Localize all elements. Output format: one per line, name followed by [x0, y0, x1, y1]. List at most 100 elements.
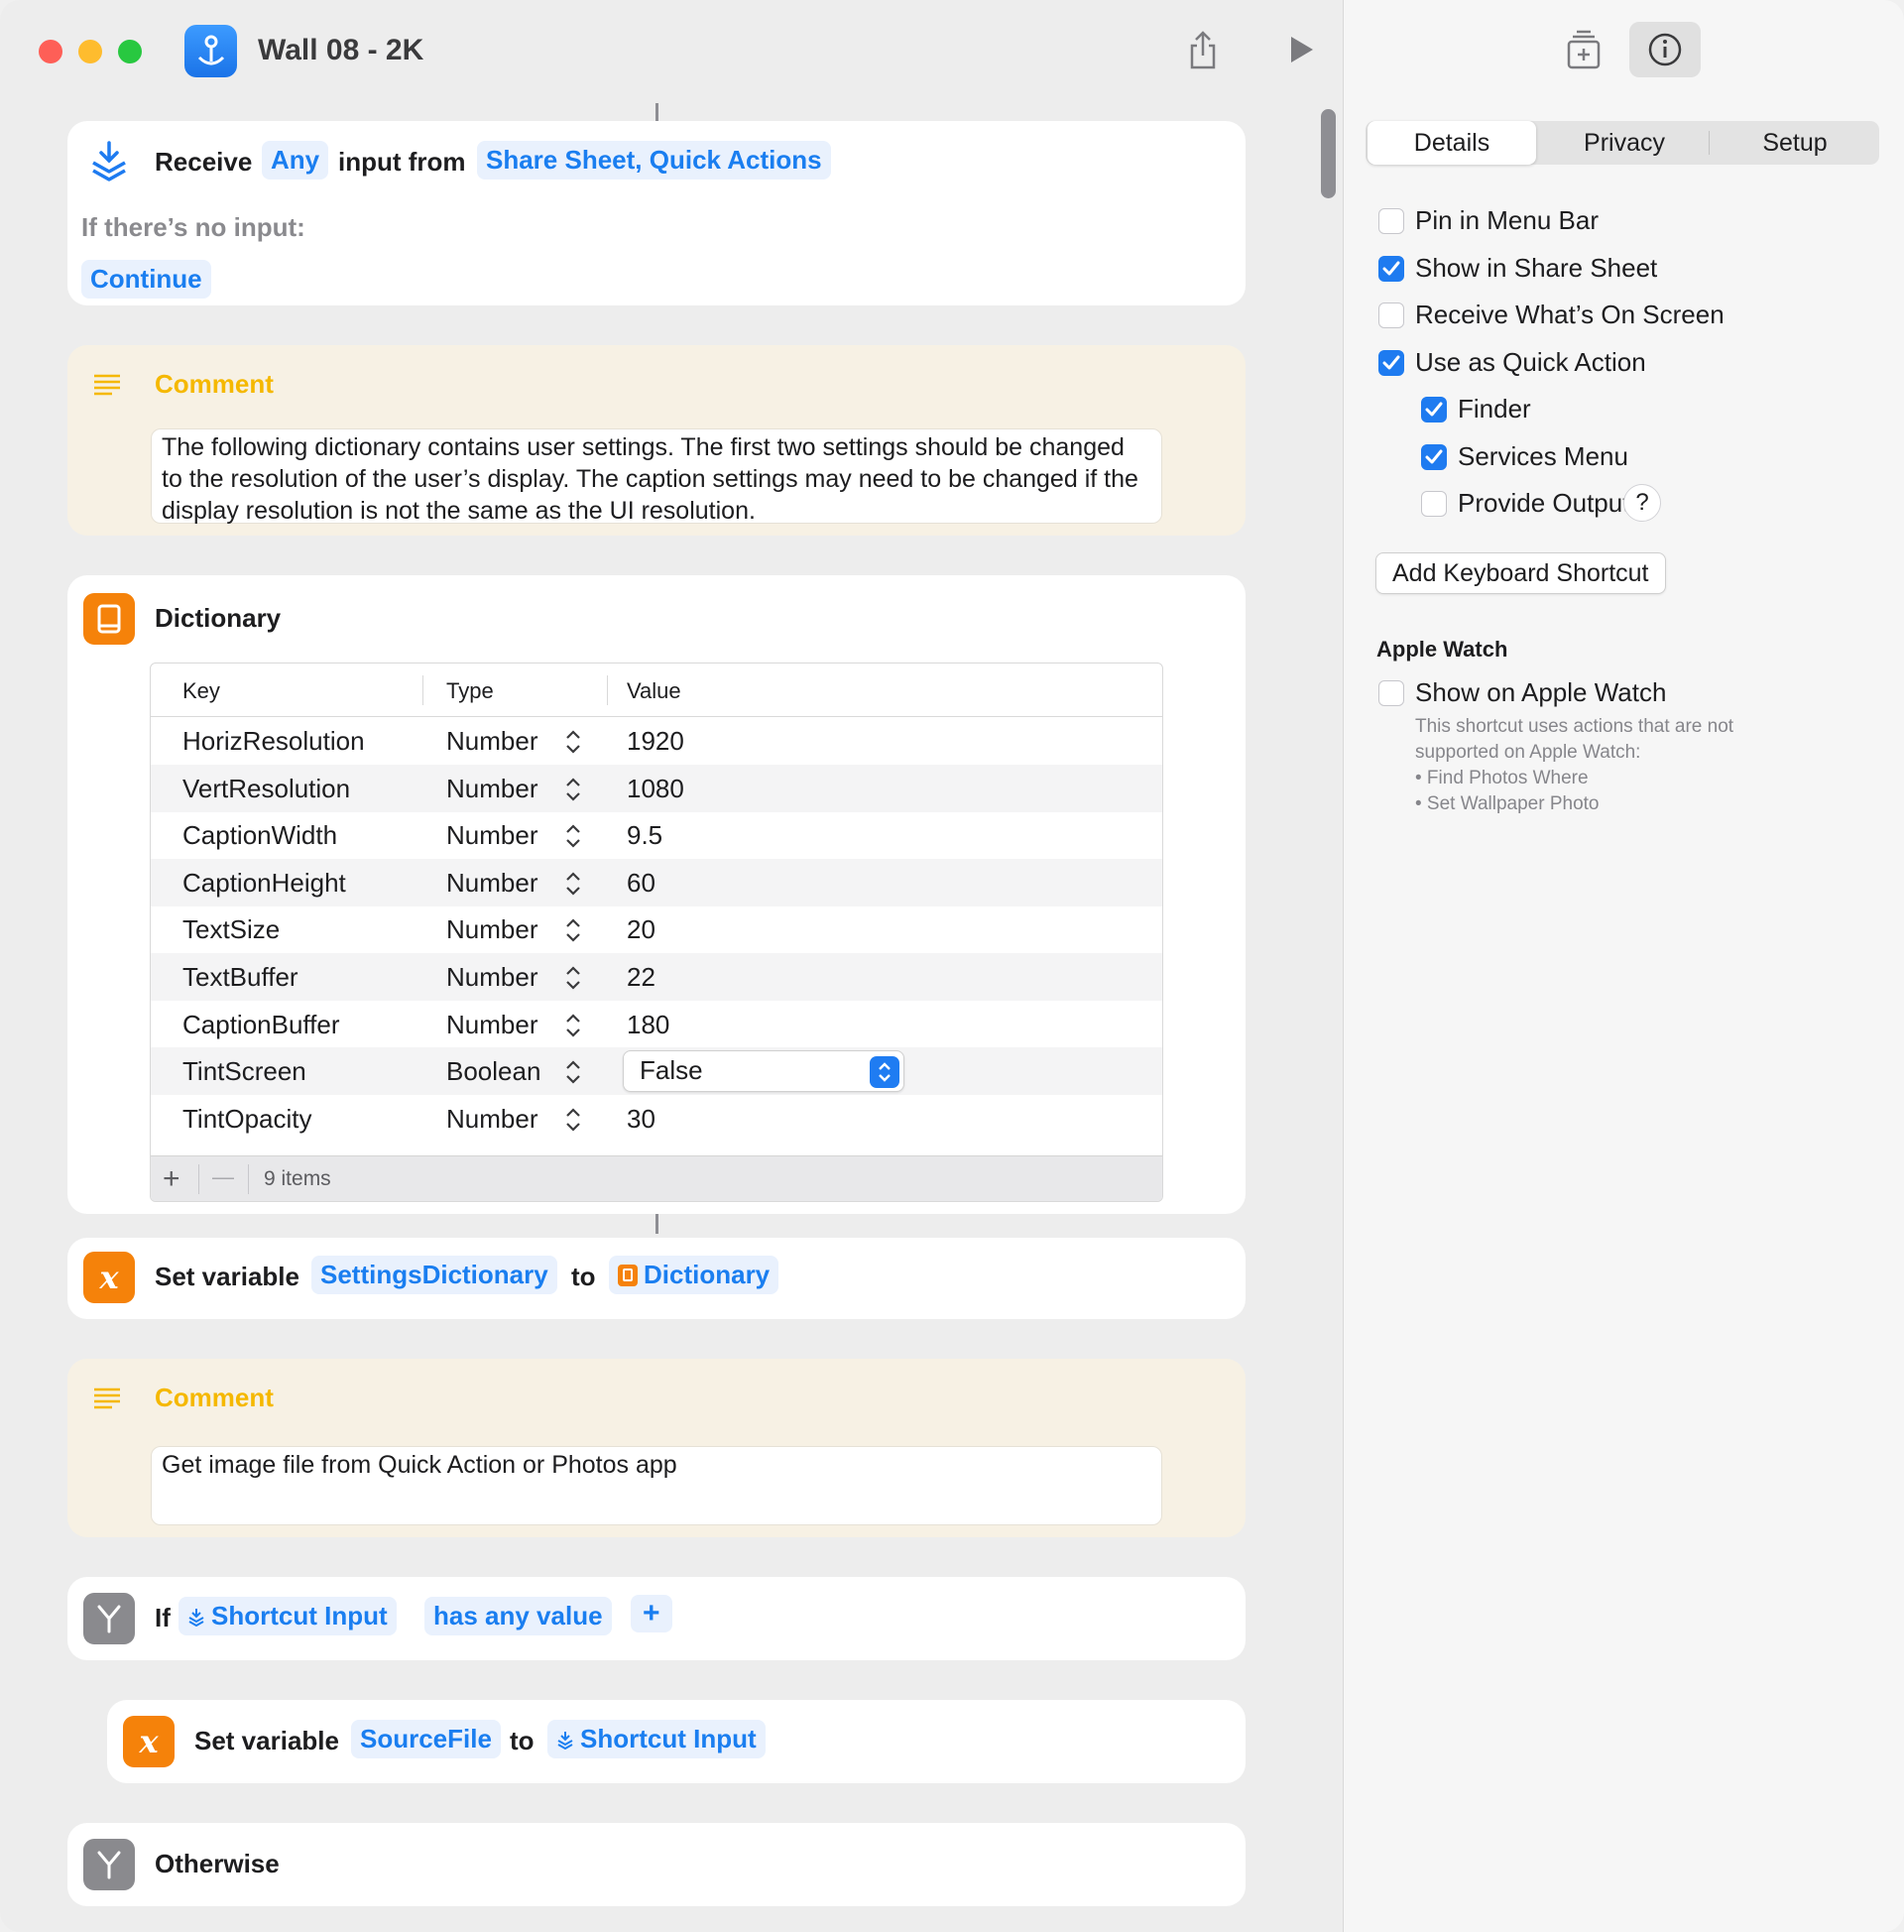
receive-what-s-on-screen-checkbox[interactable] — [1378, 302, 1404, 328]
show-in-share-sheet-checkbox[interactable] — [1378, 255, 1404, 282]
row-type[interactable]: Number — [446, 962, 537, 993]
provide-output-checkbox[interactable] — [1421, 491, 1447, 517]
comment-action[interactable]: Comment Get image file from Quick Action… — [67, 1359, 1246, 1537]
receive-input-action[interactable]: Receive Any input from Share Sheet, Quic… — [67, 121, 1246, 305]
show-in-share-sheet-label: Show in Share Sheet — [1415, 252, 1658, 283]
table-row[interactable]: CaptionBuffer Number 180 — [151, 1001, 1162, 1048]
row-type[interactable]: Number — [446, 774, 537, 804]
row-key[interactable]: TextBuffer — [182, 962, 298, 993]
table-row[interactable]: TintOpacity Number 30 — [151, 1095, 1162, 1143]
row-value[interactable]: 1080 — [627, 774, 684, 804]
row-type[interactable]: Number — [446, 868, 537, 899]
type-stepper-icon[interactable] — [563, 965, 583, 991]
type-stepper-icon[interactable] — [563, 917, 583, 943]
row-value[interactable]: 60 — [627, 868, 655, 899]
shortcut-app-icon[interactable] — [184, 25, 237, 77]
otherwise-action[interactable]: Otherwise — [67, 1823, 1246, 1906]
variable-icon: x — [83, 1252, 135, 1303]
comment-action[interactable]: Comment The following dictionary contain… — [67, 345, 1246, 536]
type-stepper-icon[interactable] — [563, 1059, 583, 1085]
row-key[interactable]: TintOpacity — [182, 1104, 312, 1135]
comment-text[interactable]: The following dictionary contains user s… — [151, 428, 1162, 525]
if-input-token[interactable]: Shortcut Input — [178, 1597, 397, 1635]
type-stepper-icon[interactable] — [563, 777, 583, 802]
type-stepper-icon[interactable] — [563, 1013, 583, 1038]
column-type: Type — [446, 678, 494, 703]
boolean-value-popup[interactable]: False — [623, 1050, 904, 1093]
row-value[interactable]: 1920 — [627, 726, 684, 757]
row-value[interactable]: 20 — [627, 914, 655, 945]
comment-title: Comment — [155, 1383, 274, 1412]
finder-checkbox[interactable] — [1421, 397, 1447, 423]
variable-name-token[interactable]: SettingsDictionary — [311, 1256, 557, 1294]
services-menu-checkbox[interactable] — [1421, 443, 1447, 470]
variable-value-token[interactable]: Shortcut Input — [547, 1720, 766, 1758]
row-type[interactable]: Boolean — [446, 1056, 540, 1087]
add-to-library-icon[interactable] — [1564, 30, 1604, 69]
tab-setup[interactable]: Setup — [1713, 121, 1877, 165]
row-key[interactable]: CaptionHeight — [182, 868, 346, 899]
table-row[interactable]: TextSize Number 20 — [151, 906, 1162, 953]
play-icon[interactable] — [1281, 28, 1321, 71]
use-as-quick-action-checkbox[interactable] — [1378, 349, 1404, 376]
input-type-token[interactable]: Any — [262, 141, 329, 180]
row-key[interactable]: VertResolution — [182, 774, 350, 804]
add-keyboard-shortcut-button[interactable]: Add Keyboard Shortcut — [1375, 552, 1666, 594]
if-action[interactable]: If Shortcut Input has any value + — [67, 1577, 1246, 1660]
set-variable-action[interactable]: x Set variable SourceFile to Shortcut In… — [107, 1700, 1246, 1783]
window-title: Wall 08 - 2K — [258, 34, 424, 66]
comment-text[interactable]: Get image file from Quick Action or Phot… — [151, 1446, 1162, 1525]
no-input-action-token[interactable]: Continue — [81, 260, 211, 299]
variable-value-token[interactable]: Dictionary — [609, 1256, 779, 1294]
row-type[interactable]: Number — [446, 1104, 537, 1135]
table-row[interactable]: TextBuffer Number 22 — [151, 953, 1162, 1001]
type-stepper-icon[interactable] — [563, 871, 583, 897]
row-type[interactable]: Number — [446, 820, 537, 851]
share-icon[interactable] — [1183, 28, 1223, 71]
toolbar: Wall 08 - 2K — [0, 0, 1343, 103]
table-row[interactable]: TintScreen Boolean False — [151, 1047, 1162, 1096]
row-key[interactable]: TextSize — [182, 914, 280, 945]
tab-privacy[interactable]: Privacy — [1540, 121, 1709, 165]
table-row[interactable]: VertResolution Number 1080 — [151, 764, 1162, 812]
dictionary-icon — [83, 593, 135, 645]
table-row[interactable]: CaptionHeight Number 60 — [151, 858, 1162, 906]
table-row[interactable]: HorizResolution Number 1920 — [151, 717, 1162, 765]
input-sources-token[interactable]: Share Sheet, Quick Actions — [477, 141, 831, 180]
row-type[interactable]: Number — [446, 1010, 537, 1040]
row-key[interactable]: TintScreen — [182, 1056, 306, 1087]
add-item-button[interactable]: + — [163, 1162, 180, 1196]
variable-name-token[interactable]: SourceFile — [351, 1720, 501, 1758]
show-on-apple-watch-checkbox[interactable] — [1378, 680, 1404, 706]
pin-in-menu-bar-checkbox[interactable] — [1378, 208, 1404, 234]
row-key[interactable]: CaptionWidth — [182, 820, 337, 851]
type-stepper-icon[interactable] — [563, 1107, 583, 1133]
type-stepper-icon[interactable] — [563, 729, 583, 755]
row-value[interactable]: 9.5 — [627, 820, 662, 851]
add-condition-button[interactable]: + — [631, 1595, 672, 1632]
close-window-button[interactable] — [39, 40, 62, 63]
row-key[interactable]: HorizResolution — [182, 726, 365, 757]
watch-note-line: supported on Apple Watch: — [1415, 742, 1641, 763]
minimize-window-button[interactable] — [78, 40, 102, 63]
row-type[interactable]: Number — [446, 914, 537, 945]
editor-scrollbar[interactable] — [1321, 109, 1336, 198]
condition-token[interactable]: has any value — [424, 1597, 612, 1635]
comment-icon — [93, 1387, 121, 1415]
zoom-window-button[interactable] — [118, 40, 142, 63]
info-icon[interactable] — [1629, 22, 1701, 77]
set-variable-label: Set variable — [194, 1726, 339, 1755]
row-value[interactable]: 22 — [627, 962, 655, 993]
set-variable-action[interactable]: x Set variable SettingsDictionary to Dic… — [67, 1238, 1246, 1319]
sidebar-tabs: Details Privacy Setup — [1366, 121, 1879, 165]
table-row[interactable]: CaptionWidth Number 9.5 — [151, 811, 1162, 859]
row-value[interactable]: 30 — [627, 1104, 655, 1135]
provide-output-help-button[interactable]: ? — [1623, 484, 1661, 522]
to-label: to — [510, 1726, 535, 1755]
type-stepper-icon[interactable] — [563, 823, 583, 849]
remove-item-button[interactable]: — — [212, 1164, 234, 1190]
row-key[interactable]: CaptionBuffer — [182, 1010, 340, 1040]
row-type[interactable]: Number — [446, 726, 537, 757]
tab-details[interactable]: Details — [1368, 121, 1536, 165]
row-value[interactable]: 180 — [627, 1010, 669, 1040]
